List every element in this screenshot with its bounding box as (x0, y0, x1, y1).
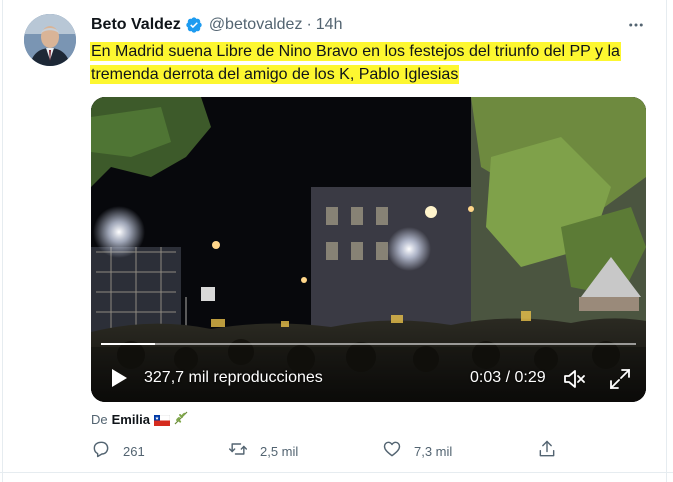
tweet-header: Beto Valdez @betovaldez · 14h (91, 13, 342, 37)
olive-branch-icon (173, 410, 189, 429)
tweet-timestamp[interactable]: 14h (316, 16, 343, 34)
like-icon (382, 439, 402, 464)
social-context-name[interactable]: Emilia (112, 412, 150, 427)
like-action[interactable]: 7,3 mil (382, 440, 452, 462)
tweet-divider (0, 472, 673, 473)
video-frame (91, 97, 646, 402)
retweet-count: 2,5 mil (260, 443, 299, 459)
avatar[interactable] (24, 14, 76, 66)
like-count: 7,3 mil (414, 443, 453, 459)
author-handle[interactable]: @betovaldez (209, 16, 303, 34)
share-icon (537, 439, 557, 464)
play-icon[interactable] (109, 368, 129, 388)
reply-action[interactable]: 261 (91, 440, 145, 462)
tweet-text-line-2: tremenda derrota del amigo de los K, Pab… (91, 66, 459, 83)
timeline-border-left (2, 0, 3, 482)
retweet-icon (228, 439, 248, 464)
view-count: 327,7 mil reproducciones (144, 369, 323, 386)
retweet-action[interactable]: 2,5 mil (228, 440, 298, 462)
chile-flag-icon (153, 414, 171, 427)
video-time: 0:03 / 0:29 (470, 369, 546, 386)
fullscreen-icon[interactable] (608, 367, 632, 391)
mute-icon[interactable] (562, 367, 586, 391)
reply-count: 261 (123, 443, 145, 459)
reply-icon (91, 439, 111, 464)
share-action[interactable] (537, 440, 557, 462)
separator-dot: · (306, 16, 312, 33)
video-progress-bar[interactable] (101, 343, 636, 345)
verified-icon (185, 16, 203, 34)
video-player[interactable]: 327,7 mil reproducciones 0:03 / 0:29 (91, 97, 646, 402)
social-context-prefix: De (91, 412, 108, 427)
tweet-text-line-1: En Madrid suena Libre de Nino Bravo en l… (91, 43, 620, 60)
video-progress-fill (101, 343, 155, 345)
timeline-border-right (666, 0, 667, 482)
author-name[interactable]: Beto Valdez (91, 16, 181, 34)
more-icon[interactable] (623, 14, 649, 36)
social-context: De Emilia (91, 410, 189, 429)
tweet-text: En Madrid suena Libre de Nino Bravo en l… (91, 40, 651, 86)
